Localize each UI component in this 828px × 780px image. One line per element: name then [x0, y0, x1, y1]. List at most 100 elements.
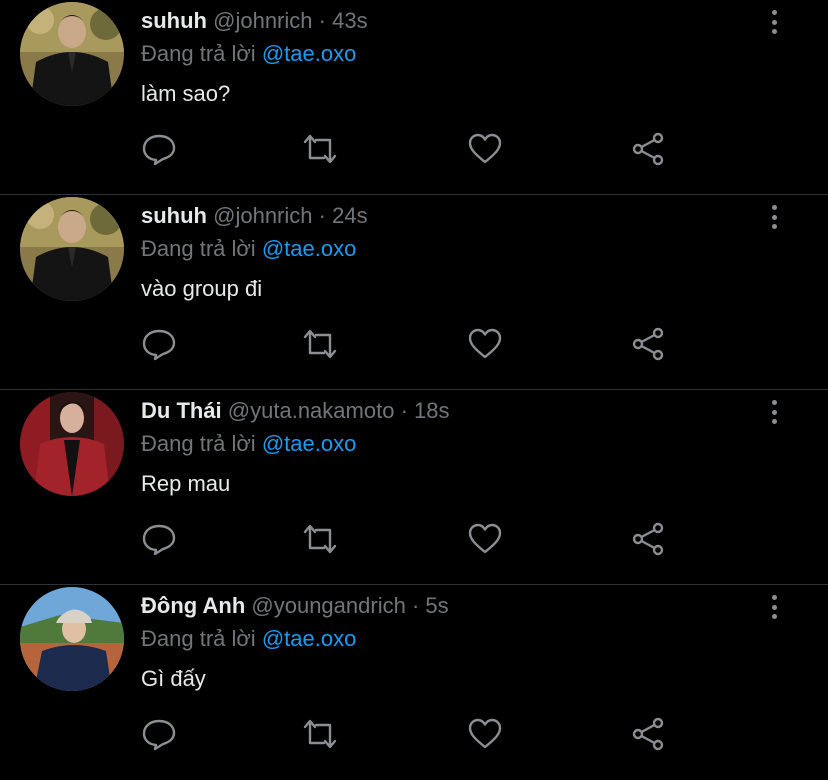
avatar-photo — [20, 587, 124, 691]
display-name[interactable]: suhuh — [141, 203, 207, 228]
replying-to-label: Đang trả lời — [141, 431, 256, 456]
tweet-item[interactable]: suhuh @johnrich · 43s Đang trả lời @tae.… — [0, 0, 828, 195]
tweet-header: suhuh @johnrich · 24s — [141, 203, 368, 229]
tweet-header: Du Thái @yuta.nakamoto · 18s — [141, 398, 450, 424]
user-handle[interactable]: @johnrich — [213, 8, 312, 33]
share-icon — [632, 522, 664, 556]
replying-to-label: Đang trả lời — [141, 626, 256, 651]
retweet-button[interactable] — [302, 132, 338, 166]
display-name[interactable]: Du Thái — [141, 398, 222, 423]
tweet-item[interactable]: suhuh @johnrich · 24s Đang trả lời @tae.… — [0, 195, 828, 390]
separator-dot: · — [411, 593, 420, 618]
retweet-icon — [303, 719, 337, 749]
timestamp[interactable]: 43s — [332, 8, 367, 33]
user-handle[interactable]: @johnrich — [213, 203, 312, 228]
more-options-button[interactable] — [764, 8, 784, 36]
retweet-icon — [303, 134, 337, 164]
timestamp[interactable]: 24s — [332, 203, 367, 228]
retweet-button[interactable] — [302, 522, 338, 556]
replying-to-line: Đang trả lời @tae.oxo — [141, 626, 356, 652]
avatar[interactable] — [20, 197, 124, 301]
replying-to-label: Đang trả lời — [141, 41, 256, 66]
reply-button[interactable] — [141, 522, 177, 556]
reply-icon — [142, 134, 176, 166]
like-button[interactable] — [467, 327, 503, 361]
tweet-header: suhuh @johnrich · 43s — [141, 8, 368, 34]
retweet-button[interactable] — [302, 717, 338, 751]
retweet-icon — [303, 329, 337, 359]
user-handle[interactable]: @yuta.nakamoto — [228, 398, 395, 423]
more-dot-icon — [771, 214, 777, 220]
mention-link[interactable]: @tae.oxo — [262, 626, 357, 651]
avatar[interactable] — [20, 587, 124, 691]
reply-icon — [142, 719, 176, 751]
avatar-photo — [20, 392, 124, 496]
mention-link[interactable]: @tae.oxo — [262, 41, 357, 66]
retweet-button[interactable] — [302, 327, 338, 361]
action-bar — [141, 327, 681, 361]
more-options-button[interactable] — [764, 398, 784, 426]
mention-link[interactable]: @tae.oxo — [262, 236, 357, 261]
more-dot-icon — [771, 400, 777, 405]
replying-to-line: Đang trả lời @tae.oxo — [141, 431, 356, 457]
timestamp[interactable]: 5s — [425, 593, 448, 618]
share-button[interactable] — [630, 132, 666, 166]
tweet-item[interactable]: Du Thái @yuta.nakamoto · 18s Đang trả lờ… — [0, 390, 828, 585]
share-button[interactable] — [630, 717, 666, 751]
more-dot-icon — [771, 604, 777, 610]
separator-dot: · — [400, 398, 408, 423]
share-icon — [632, 132, 664, 166]
more-dot-icon — [771, 10, 777, 15]
action-bar — [141, 717, 681, 751]
reply-icon — [142, 524, 176, 556]
like-button[interactable] — [467, 522, 503, 556]
like-icon — [468, 718, 502, 749]
reply-button[interactable] — [141, 327, 177, 361]
tweet-text: vào group đi — [141, 276, 263, 301]
share-icon — [632, 717, 664, 751]
action-bar — [141, 522, 681, 556]
tweet-text: Rep mau — [141, 471, 231, 496]
like-icon — [468, 523, 502, 554]
more-dot-icon — [771, 29, 777, 34]
retweet-icon — [303, 524, 337, 554]
like-icon — [468, 328, 502, 359]
avatar[interactable] — [20, 2, 124, 106]
more-dot-icon — [771, 419, 777, 424]
mention-link[interactable]: @tae.oxo — [262, 431, 357, 456]
share-button[interactable] — [630, 327, 666, 361]
display-name[interactable]: Đông Anh — [141, 593, 245, 618]
display-name[interactable]: suhuh — [141, 8, 207, 33]
action-bar — [141, 132, 681, 166]
replying-to-label: Đang trả lời — [141, 236, 256, 261]
more-dot-icon — [771, 614, 777, 619]
tweet-text: Gì đấy — [141, 666, 206, 691]
reply-button[interactable] — [141, 717, 177, 751]
more-options-button[interactable] — [764, 203, 784, 231]
replying-to-line: Đang trả lời @tae.oxo — [141, 41, 356, 67]
tweet-item[interactable]: Đông Anh @youngandrich · 5s Đang trả lời… — [0, 585, 828, 780]
tweet-header: Đông Anh @youngandrich · 5s — [141, 593, 449, 619]
reply-button[interactable] — [141, 132, 177, 166]
reply-feed: suhuh @johnrich · 43s Đang trả lời @tae.… — [0, 0, 828, 780]
more-dot-icon — [771, 224, 777, 229]
like-button[interactable] — [467, 132, 503, 166]
avatar-photo — [20, 2, 124, 106]
avatar[interactable] — [20, 392, 124, 496]
more-dot-icon — [771, 595, 777, 600]
avatar-photo — [20, 197, 124, 301]
more-dot-icon — [771, 205, 777, 210]
separator-dot: · — [318, 203, 326, 228]
replying-to-line: Đang trả lời @tae.oxo — [141, 236, 356, 262]
like-button[interactable] — [467, 717, 503, 751]
share-button[interactable] — [630, 522, 666, 556]
timestamp[interactable]: 18s — [414, 398, 449, 423]
reply-icon — [142, 329, 176, 361]
user-handle[interactable]: @youngandrich — [251, 593, 405, 618]
separator-dot: · — [318, 8, 326, 33]
tweet-text: làm sao? — [141, 81, 231, 106]
like-icon — [468, 133, 502, 164]
more-options-button[interactable] — [764, 593, 784, 621]
more-dot-icon — [771, 19, 777, 25]
more-dot-icon — [771, 409, 777, 415]
